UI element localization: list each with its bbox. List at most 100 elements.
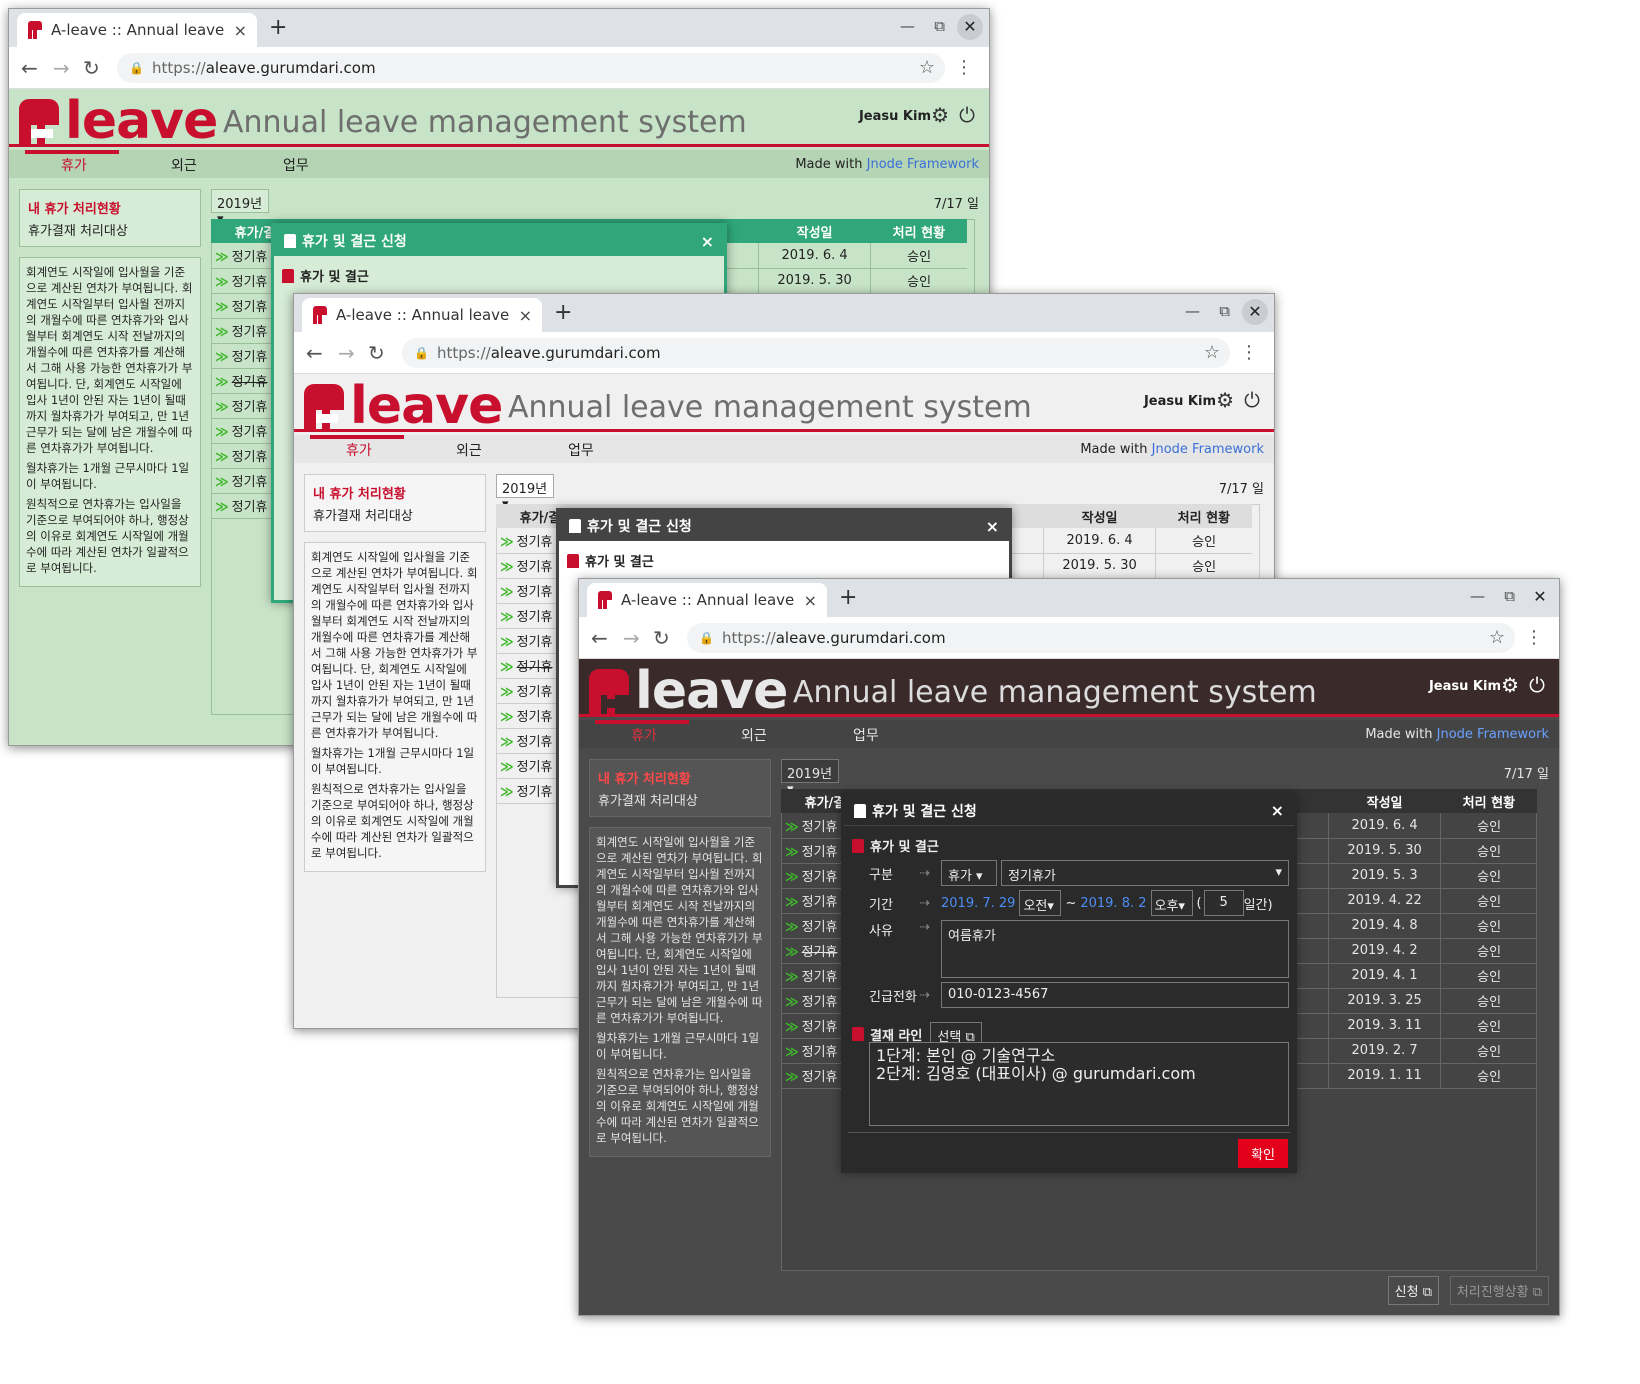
aleave-logo: leave [302,378,503,432]
tab-close-icon[interactable]: × [519,306,532,325]
power-icon[interactable]: ⏻ [1529,673,1545,697]
forward-button[interactable]: → [53,56,70,80]
framework-link[interactable]: Jnode Framework [1152,442,1264,457]
power-icon[interactable]: ⏻ [1244,388,1260,412]
browser-tab[interactable]: A-leave :: Annual leave ma × [17,13,257,47]
approval-target-link[interactable]: 휴가결재 처리대상 [313,505,477,524]
close-window-button[interactable]: ✕ [1527,584,1553,610]
browser-menu-icon[interactable]: ⋮ [955,57,973,78]
back-button[interactable]: ← [591,626,608,650]
start-half-select[interactable]: 오전▾ [1019,890,1062,916]
bookmark-star-icon[interactable]: ☆ [1489,627,1505,648]
approval-target-link[interactable]: 휴가결재 처리대상 [598,790,762,809]
double-chevron-icon: ≫ [215,375,229,390]
close-window-button[interactable]: ✕ [957,14,983,40]
close-window-button[interactable]: ✕ [1242,299,1268,325]
year-select[interactable]: 2019년 ▾ [211,189,269,227]
browser-tab[interactable]: A-leave :: Annual leave ma × [302,298,542,332]
reload-button[interactable]: ↻ [368,341,385,365]
days-input[interactable]: 5 [1203,890,1244,916]
app-header: leave Annual leave management system Jea… [294,374,1274,432]
gear-icon[interactable]: ⚙ [1501,673,1519,697]
apply-button[interactable]: 신청 ⧉ [1387,1276,1439,1305]
reload-button[interactable]: ↻ [653,626,670,650]
type-label: 정기휴 [516,760,553,775]
menu-outside-work[interactable]: 외근 [741,725,767,745]
framework-link[interactable]: Jnode Framework [1437,727,1549,742]
type-label: 정기휴 [231,400,268,415]
back-button[interactable]: ← [306,341,323,365]
gear-icon[interactable]: ⚙ [1216,388,1234,412]
type-select[interactable]: 휴가 ▾ [941,860,997,886]
new-tab-button[interactable]: + [839,585,857,610]
browser-menu-icon[interactable]: ⋮ [1525,627,1543,648]
gear-icon[interactable]: ⚙ [931,103,949,127]
browser-menu-icon[interactable]: ⋮ [1240,342,1258,363]
url-scheme: https:// [436,344,491,362]
leave-count: 7/17 일 [933,197,979,212]
restore-button[interactable]: ⧉ [1504,587,1515,605]
type-label: 정기휴 [231,375,268,390]
made-with: Made with Jnode Framework [1080,442,1264,457]
my-leave-status-link[interactable]: 내 휴가 처리현황 [313,483,477,502]
modal-close-icon[interactable]: × [701,232,714,251]
restore-button[interactable]: ⧉ [1219,302,1230,320]
approval-target-link[interactable]: 휴가결재 처리대상 [28,220,192,239]
user-name[interactable]: Jeasu Kim [1144,394,1216,409]
forward-button[interactable]: → [338,341,355,365]
minimize-button[interactable]: — [1470,587,1485,605]
url-field[interactable]: 🔒 https://aleave.gurumdari.com ☆ [687,623,1515,653]
menu-outside-work[interactable]: 외근 [171,155,197,175]
bookmark-star-icon[interactable]: ☆ [919,57,935,78]
cell-status: 승인 [1155,528,1252,554]
url-field[interactable]: 🔒 https://aleave.gurumdari.com ☆ [402,338,1230,368]
subtype-select[interactable]: 정기휴가 ▾ [1001,860,1289,886]
year-select[interactable]: 2019년 ▾ [496,474,554,512]
progress-button[interactable]: 처리진행상황 ⧉ [1449,1276,1549,1305]
cell-status: 승인 [1440,888,1537,914]
type-label: 정기휴 [801,895,838,910]
logo-a-icon [304,384,344,430]
modal-close-icon[interactable]: × [986,517,999,536]
restore-button[interactable]: ⧉ [934,17,945,35]
reason-textarea[interactable]: 여름휴가 [941,920,1289,978]
menu-task[interactable]: 업무 [853,725,879,745]
user-name[interactable]: Jeasu Kim [859,109,931,124]
minimize-button[interactable]: — [1185,302,1200,320]
url-field[interactable]: 🔒 https://aleave.gurumdari.com ☆ [117,53,945,83]
back-button[interactable]: ← [21,56,38,80]
power-icon[interactable]: ⏻ [959,103,975,127]
user-name[interactable]: Jeasu Kim [1429,679,1501,694]
row-period: 기간 ⇢ 2019. 7. 29 오전▾ ~ 2019. 8. 2 오후▾ ( … [869,890,1273,916]
phone-input[interactable]: 010-0123-4567 [941,982,1289,1008]
type-label: 정기휴 [801,945,838,960]
menu-outside-work[interactable]: 외근 [456,440,482,460]
tab-close-icon[interactable]: × [804,591,817,610]
browser-tab[interactable]: A-leave :: Annual leave ma × [587,583,827,617]
menu-leave[interactable]: 휴가 [631,725,657,745]
new-tab-button[interactable]: + [554,300,572,325]
reload-button[interactable]: ↻ [83,56,100,80]
my-leave-status-link[interactable]: 내 휴가 처리현황 [28,198,192,217]
new-tab-button[interactable]: + [269,15,287,40]
menu-task[interactable]: 업무 [568,440,594,460]
menu-task[interactable]: 업무 [283,155,309,175]
double-chevron-icon: ≫ [500,760,514,775]
double-chevron-icon: ≫ [785,995,799,1010]
framework-link[interactable]: Jnode Framework [867,157,979,172]
made-with-label: Made with [1080,442,1152,457]
start-date-picker[interactable]: 2019. 7. 29 [941,896,1015,911]
modal-close-icon[interactable]: × [1271,801,1284,820]
forward-button[interactable]: → [623,626,640,650]
year-select[interactable]: 2019년 ▾ [781,759,839,797]
minimize-button[interactable]: — [900,17,915,35]
end-date-picker[interactable]: 2019. 8. 2 [1080,896,1146,911]
lock-icon: 🔒 [414,346,429,360]
menu-leave[interactable]: 휴가 [346,440,372,460]
end-half-select[interactable]: 오후▾ [1150,890,1193,916]
tab-close-icon[interactable]: × [234,21,247,40]
menu-leave[interactable]: 휴가 [61,155,87,175]
bookmark-star-icon[interactable]: ☆ [1204,342,1220,363]
confirm-button[interactable]: 확인 [1238,1139,1288,1168]
my-leave-status-link[interactable]: 내 휴가 처리현황 [598,768,762,787]
